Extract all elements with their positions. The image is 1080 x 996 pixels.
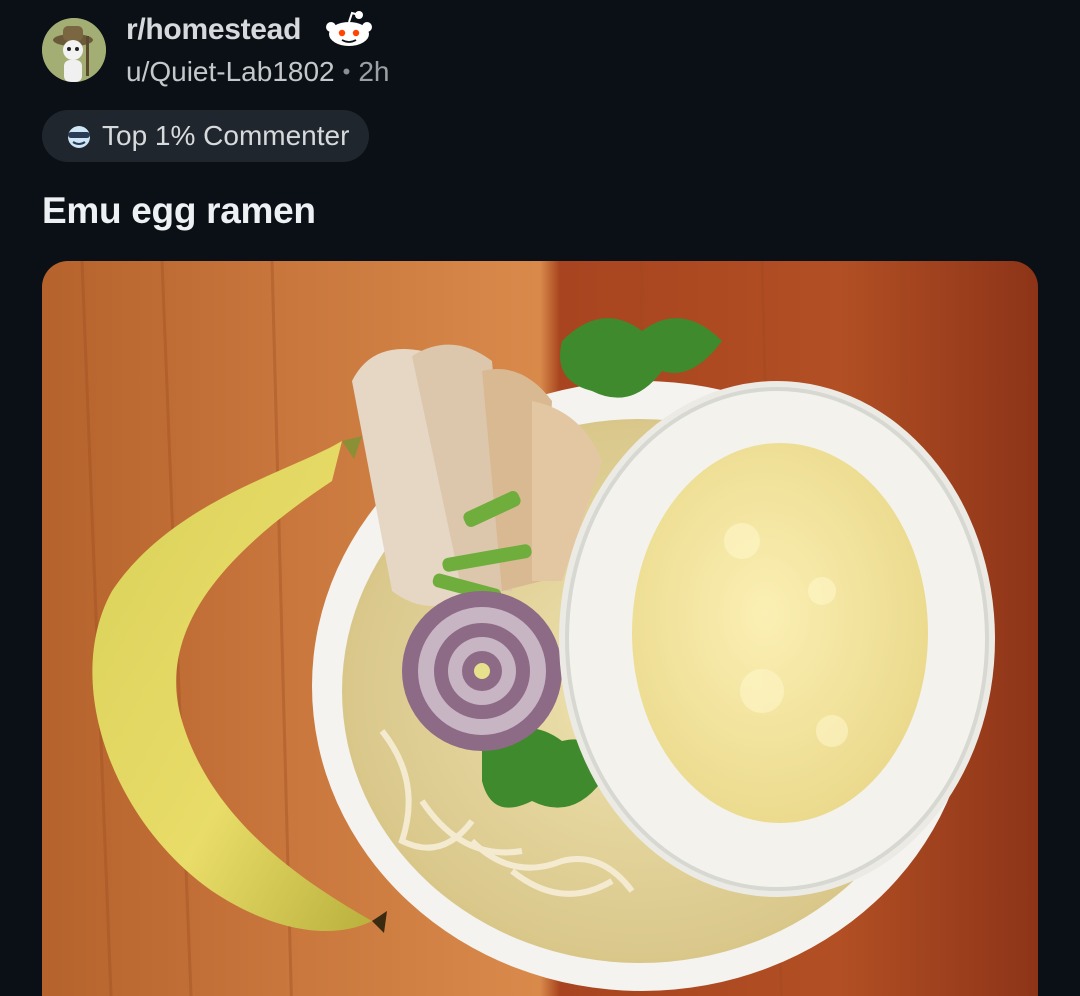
- badge-label: Top 1% Commenter: [102, 120, 350, 151]
- post-image[interactable]: [42, 261, 1038, 996]
- author-link[interactable]: u/Quiet-Lab1802: [126, 56, 335, 88]
- author-row: u/Quiet-Lab1802 • 2h: [126, 56, 389, 88]
- user-flair-badge[interactable]: Top 1% Commenter: [42, 110, 370, 162]
- meta-separator: •: [342, 59, 351, 84]
- user-avatar[interactable]: [42, 18, 106, 82]
- post-meta: r/homestead u/Quiet-Lab1802 • 2h: [126, 10, 389, 88]
- post-age: 2h: [358, 56, 390, 87]
- reddit-post: r/homestead u/Quiet-Lab1802 • 2h Top 1% …: [0, 0, 1080, 996]
- subreddit-row: r/homestead: [126, 10, 389, 50]
- avatar-illustration: [42, 18, 106, 82]
- subreddit-link[interactable]: r/homestead: [126, 13, 301, 47]
- post-header: r/homestead u/Quiet-Lab1802 • 2h: [42, 10, 389, 88]
- shallot-slice: [402, 591, 562, 751]
- snoo-icon: [321, 10, 377, 50]
- sunglasses-icon: [64, 123, 94, 149]
- ramen-photo-illustration: [42, 261, 1038, 996]
- post-title[interactable]: Emu egg ramen: [42, 190, 316, 232]
- emu-egg-half: [559, 381, 995, 897]
